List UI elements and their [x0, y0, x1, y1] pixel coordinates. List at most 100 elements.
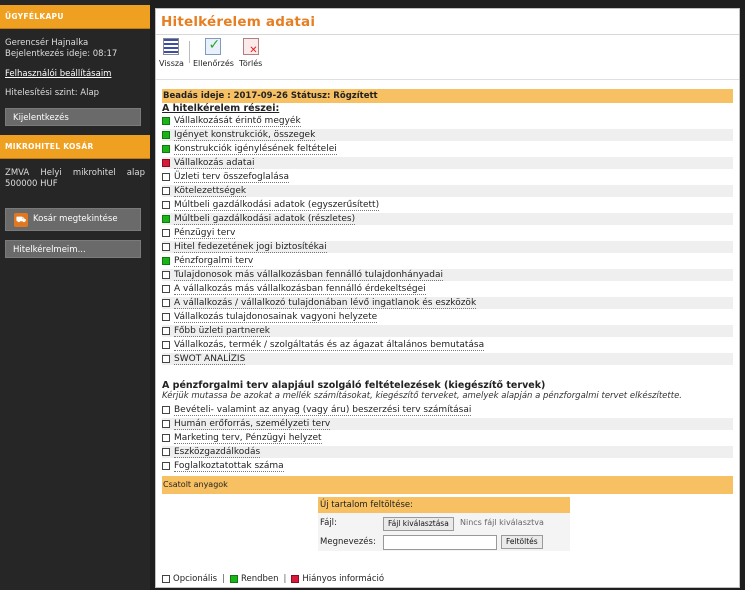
- no-file-text: Nincs fájl kiválasztva: [460, 518, 544, 527]
- name-label: Megnevezés:: [320, 537, 376, 547]
- list-item[interactable]: SWOT ANALÍZIS: [162, 353, 733, 365]
- list-item[interactable]: Pénzügyi terv: [162, 227, 733, 239]
- status-box: [162, 434, 170, 442]
- name-input[interactable]: [383, 535, 497, 550]
- back-button[interactable]: Vissza: [159, 38, 184, 68]
- list-item[interactable]: Tulajdonosok más vállalkozásban fennálló…: [162, 269, 733, 281]
- toolbar-divider: [189, 41, 190, 63]
- cart-section-title: MIKROHITEL KOSÁR: [0, 135, 150, 159]
- list-item-link[interactable]: Marketing terv, Pénzügyi helyzet: [174, 433, 322, 444]
- list-item-link[interactable]: Vállalkozás tulajdonosainak vagyoni hely…: [174, 312, 378, 323]
- cart-icon: ⛟: [14, 212, 28, 227]
- sidebar: ÜGYFÉLKAPU Gerencsér Hajnalka Bejelentke…: [0, 0, 150, 590]
- status-box: [162, 201, 170, 209]
- list-item[interactable]: A vállalkozás / vállalkozó tulajdonában …: [162, 297, 733, 309]
- status-box: [162, 131, 170, 139]
- status-box: [162, 117, 170, 125]
- list-item[interactable]: Pénzforgalmi terv: [162, 255, 733, 267]
- list-item-link[interactable]: Eszközgazdálkodás: [174, 447, 261, 458]
- cart-view-button[interactable]: ⛟ Kosár megtekintése: [5, 208, 141, 231]
- list-item[interactable]: Bevételi- valamint az anyag (vagy áru) b…: [162, 404, 733, 416]
- list-item[interactable]: Vállalkozás adatai: [162, 157, 733, 169]
- legend-optional: Opcionális: [173, 574, 218, 584]
- list-item[interactable]: Vállalkozás, termék / szolgáltatás és az…: [162, 339, 733, 351]
- delete-icon: [242, 38, 259, 56]
- main-panel: Hitelkérelem adatai Vissza Ellenőrzés Tö…: [155, 8, 740, 588]
- status-box: [162, 271, 170, 279]
- list-item-link[interactable]: Múltbeli gazdálkodási adatok (részletes): [174, 214, 356, 225]
- user-name: Gerencsér Hajnalka: [5, 38, 89, 48]
- choose-file-button[interactable]: Fájl kiválasztása: [383, 517, 454, 531]
- list-item[interactable]: Kötelezettségek: [162, 185, 733, 197]
- status-box: [162, 341, 170, 349]
- status-box: [162, 420, 170, 428]
- status-box: [162, 243, 170, 251]
- list-item[interactable]: Főbb üzleti partnerek: [162, 325, 733, 337]
- list-item-link[interactable]: Vállalkozás adatai: [174, 158, 255, 169]
- list-item-link[interactable]: Pénzforgalmi terv: [174, 256, 254, 267]
- list-item-link[interactable]: Vállalkozás, termék / szolgáltatás és az…: [174, 340, 485, 351]
- list-item-link[interactable]: Igényet konstrukciók, összegek: [174, 130, 316, 141]
- list-item[interactable]: Eszközgazdálkodás: [162, 446, 733, 458]
- list-item-link[interactable]: A vállalkozás / vállalkozó tulajdonában …: [174, 298, 477, 309]
- list-item-link[interactable]: A vállalkozás más vállalkozásban fennáll…: [174, 284, 426, 295]
- list-item[interactable]: Marketing terv, Pénzügyi helyzet: [162, 432, 733, 444]
- status-box: [162, 299, 170, 307]
- list-item-link[interactable]: Üzleti terv összefoglalása: [174, 172, 289, 183]
- list-item-link[interactable]: Kötelezettségek: [174, 186, 247, 197]
- status-box: [162, 173, 170, 181]
- upload-panel: Új tartalom feltöltése: Fájl: Fájl kivál…: [318, 497, 570, 551]
- page-title: Hitelkérelem adatai: [156, 9, 739, 35]
- list-item[interactable]: Foglalkoztatottak száma: [162, 460, 733, 472]
- client-section-title: ÜGYFÉLKAPU: [0, 5, 150, 29]
- upload-button[interactable]: Feltöltés: [501, 535, 543, 549]
- my-loans-button[interactable]: Hitelkérelmeim...: [5, 240, 141, 258]
- cart-view-label: Kosár megtekintése: [33, 214, 118, 224]
- check-button[interactable]: Ellenőrzés: [193, 37, 234, 68]
- legend-ok: Rendben: [240, 574, 279, 584]
- list-item-link[interactable]: Vállalkozását érintő megyék: [174, 116, 301, 127]
- settings-link[interactable]: Felhasználói beállításaim: [0, 69, 116, 79]
- status-box: [162, 313, 170, 321]
- list-item[interactable]: A vállalkozás más vállalkozásban fennáll…: [162, 283, 733, 295]
- status-box: [162, 327, 170, 335]
- list-item[interactable]: Vállalkozás tulajdonosainak vagyoni hely…: [162, 311, 733, 323]
- list-item-link[interactable]: Pénzügyi terv: [174, 228, 236, 239]
- status-box: [162, 145, 170, 153]
- list-item-link[interactable]: SWOT ANALÍZIS: [174, 354, 246, 365]
- status-box: [162, 285, 170, 293]
- list-item-link[interactable]: Múltbeli gazdálkodási adatok (egyszerűsí…: [174, 200, 380, 211]
- list-item-link[interactable]: Hitel fedezetének jogi biztosítékai: [174, 242, 327, 253]
- list-item-link[interactable]: Főbb üzleti partnerek: [174, 326, 270, 337]
- status-box: [162, 448, 170, 456]
- list-item-link[interactable]: Foglalkoztatottak száma: [174, 461, 284, 472]
- login-time: Bejelentkezés ideje: 08:17: [5, 49, 118, 59]
- list-item[interactable]: Múltbeli gazdálkodási adatok (részletes): [162, 213, 733, 225]
- list-item[interactable]: Igényet konstrukciók, összegek: [162, 129, 733, 141]
- status-box: [162, 159, 170, 167]
- list-item-link[interactable]: Bevételi- valamint az anyag (vagy áru) b…: [174, 405, 472, 416]
- list-item[interactable]: Vállalkozását érintő megyék: [162, 115, 733, 127]
- toolbar: Vissza Ellenőrzés Törlés: [156, 35, 739, 80]
- optional-swatch: [162, 575, 170, 583]
- list-item[interactable]: Hitel fedezetének jogi biztosítékai: [162, 241, 733, 253]
- list-item[interactable]: Humán erőforrás, személyzeti terv: [162, 418, 733, 430]
- delete-button[interactable]: Törlés: [239, 38, 262, 68]
- list-item[interactable]: Üzleti terv összefoglalása: [162, 171, 733, 183]
- logout-button[interactable]: Kijelentkezés: [5, 108, 141, 126]
- attachments-heading: Csatolt anyagok: [162, 476, 733, 494]
- list-item-link[interactable]: Humán erőforrás, személyzeti terv: [174, 419, 331, 430]
- missing-swatch: [291, 575, 300, 583]
- list-icon: [163, 38, 180, 55]
- status-legend: Opcionális | Rendben | Hiányos informáci…: [162, 574, 384, 584]
- list-item[interactable]: Múltbeli gazdálkodási adatok (egyszerűsí…: [162, 199, 733, 211]
- list-item-link[interactable]: Konstrukciók igénylésének feltételei: [174, 144, 337, 155]
- list-item-link[interactable]: Tulajdonosok más vállalkozásban fennálló…: [174, 270, 444, 281]
- supplementary-heading: A pénzforgalmi terv alapjául szolgáló fe…: [162, 380, 546, 391]
- check-label: Ellenőrzés: [193, 59, 234, 68]
- status-box: [162, 257, 170, 265]
- supplementary-hint: Kérjük mutassa be azokat a mellék számít…: [162, 391, 682, 401]
- list-item[interactable]: Konstrukciók igénylésének feltételei: [162, 143, 733, 155]
- legend-missing: Hiányos információ: [302, 574, 385, 584]
- upload-body: Fájl: Fájl kiválasztása Nincs fájl kivál…: [318, 513, 570, 551]
